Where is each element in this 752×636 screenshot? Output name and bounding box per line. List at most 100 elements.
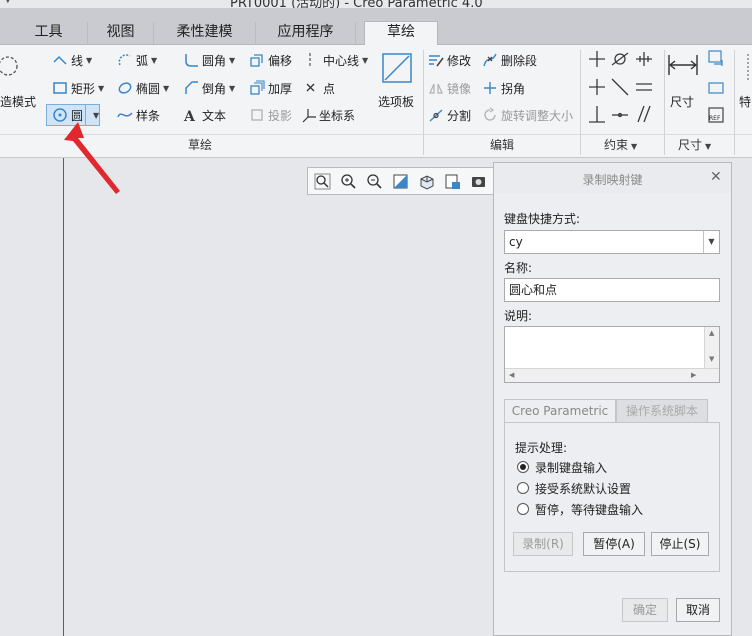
chamfer-dropdown-icon[interactable]: ▼: [229, 84, 235, 93]
thicken-label: 加厚: [268, 81, 293, 96]
arc-button[interactable]: 弧 ▼: [117, 50, 157, 70]
rectangle-dropdown-icon[interactable]: ▼: [98, 84, 104, 93]
dimension-group-label[interactable]: 尺寸 ▼: [678, 136, 711, 153]
saved-orientations-icon[interactable]: [418, 173, 435, 190]
scroll-down-icon[interactable]: ▼: [709, 355, 714, 363]
modify-icon: [428, 52, 444, 68]
dimension-icon[interactable]: [666, 52, 700, 78]
name-input[interactable]: 圆心和点: [504, 278, 720, 302]
fillet-dropdown-icon[interactable]: ▼: [229, 56, 235, 65]
tab-applications[interactable]: 应用程序: [256, 22, 356, 45]
divide-button[interactable]: 分割: [428, 105, 471, 125]
offset-button[interactable]: 偏移: [249, 50, 292, 70]
constraint-icons[interactable]: [586, 48, 660, 130]
construction-mode-icon[interactable]: [0, 52, 22, 80]
tab-tools[interactable]: 工具: [10, 22, 88, 45]
fillet-label: 圆角: [202, 53, 227, 68]
scroll-right-icon[interactable]: ▶: [691, 371, 696, 379]
point-button[interactable]: 点: [304, 78, 335, 98]
record-button[interactable]: 录制(R): [513, 532, 573, 556]
coordsys-button[interactable]: 坐标系: [300, 105, 355, 125]
project-button[interactable]: 投影: [249, 105, 292, 125]
repaint-icon[interactable]: [392, 173, 409, 190]
text-button[interactable]: A 文本: [183, 105, 226, 126]
partial-feature-label: 特: [739, 95, 752, 109]
ellipse-label: 椭圆: [136, 81, 161, 96]
project-label: 投影: [268, 108, 293, 123]
refit-icon[interactable]: [314, 173, 331, 190]
dimension-dropdown-icon[interactable]: ▼: [705, 142, 711, 151]
offset-icon: [249, 52, 265, 68]
divide-icon: [428, 107, 444, 123]
stop-button[interactable]: 停止(S): [651, 532, 709, 556]
prompt-handling-label: 提示处理:: [515, 441, 568, 455]
cancel-button[interactable]: 取消: [676, 598, 720, 622]
named-views-icon[interactable]: [444, 173, 461, 190]
ellipse-button[interactable]: 椭圆 ▼: [117, 78, 169, 98]
record-keyboard-radio[interactable]: [517, 461, 529, 473]
palette-icon[interactable]: [380, 50, 416, 88]
offset-label: 偏移: [268, 53, 293, 68]
pause-wait-radio[interactable]: [517, 503, 529, 515]
ellipse-dropdown-icon[interactable]: ▼: [163, 84, 169, 93]
dialog-header: 录制映射键 ✕: [494, 163, 731, 193]
dialog-title: 录制映射键: [582, 173, 643, 187]
line-button[interactable]: 线 ▼: [52, 50, 92, 70]
svg-text:REF: REF: [709, 115, 721, 122]
dimension-tool-icons[interactable]: REF: [706, 48, 726, 128]
tab-os-script[interactable]: 操作系统脚本: [616, 399, 708, 423]
line-dropdown-icon[interactable]: ▼: [86, 56, 92, 65]
shortcut-combobox[interactable]: cy ▼: [504, 230, 720, 254]
group-separator: [664, 50, 665, 155]
mirror-label: 镜像: [447, 81, 472, 96]
zoom-in-icon[interactable]: [340, 173, 357, 190]
scroll-up-icon[interactable]: ▲: [709, 329, 714, 337]
shortcut-value: cy: [509, 235, 523, 249]
modify-button[interactable]: 修改: [428, 50, 471, 70]
accept-defaults-radio[interactable]: [517, 482, 529, 494]
scroll-left-icon[interactable]: ◀: [509, 371, 514, 379]
description-textarea[interactable]: ▲ ▼ ◀ ▶: [504, 326, 720, 383]
fillet-button[interactable]: 圆角 ▼: [183, 50, 235, 70]
chevron-down-icon[interactable]: ▼: [703, 231, 719, 253]
record-keyboard-label: 录制键盘输入: [535, 461, 608, 475]
palette-label[interactable]: 选项板: [378, 93, 414, 110]
edit-group-label: 编辑: [490, 138, 515, 152]
fillet-icon: [183, 52, 199, 68]
centerline-dropdown-icon[interactable]: ▼: [362, 56, 368, 65]
horizontal-scrollbar[interactable]: ◀ ▶: [505, 368, 719, 382]
zoom-out-icon[interactable]: [366, 173, 383, 190]
centerline-button[interactable]: 中心线 ▼: [304, 50, 368, 70]
thicken-button[interactable]: 加厚: [249, 78, 292, 98]
quick-access-dropdown-icon[interactable]: ▼: [4, 0, 12, 5]
centerline-label: 中心线: [323, 53, 360, 68]
dimension-label[interactable]: 尺寸: [670, 93, 694, 110]
chamfer-button[interactable]: 倒角 ▼: [183, 78, 235, 98]
svg-text:A: A: [183, 109, 196, 123]
tab-view[interactable]: 视图: [88, 22, 154, 45]
arc-icon: [117, 52, 133, 68]
display-style-icon[interactable]: [470, 173, 487, 190]
tab-flexible-modeling[interactable]: 柔性建模: [154, 22, 256, 45]
ok-button[interactable]: 确定: [622, 598, 668, 622]
tab-creo-parametric[interactable]: Creo Parametric: [504, 399, 616, 423]
arc-dropdown-icon[interactable]: ▼: [151, 56, 157, 65]
corner-button[interactable]: 拐角: [482, 78, 525, 98]
group-separator: [580, 50, 581, 155]
constrain-group-text: 约束: [604, 138, 629, 152]
tab-sketch[interactable]: 草绘: [364, 21, 438, 46]
centerline-icon: [304, 52, 320, 68]
delete-segment-label: 删除段: [501, 53, 538, 68]
delete-segment-button[interactable]: 删除段: [482, 50, 537, 70]
close-icon[interactable]: ✕: [710, 169, 722, 185]
rectangle-button[interactable]: 矩形 ▼: [52, 78, 104, 98]
mirror-button[interactable]: 镜像: [428, 78, 471, 98]
partial-feature-icon[interactable]: [744, 52, 752, 82]
vertical-scrollbar[interactable]: ▲ ▼: [704, 327, 719, 369]
constrain-dropdown-icon[interactable]: ▼: [631, 142, 637, 151]
constrain-group-label[interactable]: 约束 ▼: [604, 136, 637, 153]
divide-label: 分割: [447, 108, 472, 123]
pause-button[interactable]: 暂停(A): [583, 532, 645, 556]
accept-defaults-label: 接受系统默认设置: [535, 482, 632, 496]
rotate-resize-button[interactable]: 旋转调整大小: [482, 105, 573, 125]
